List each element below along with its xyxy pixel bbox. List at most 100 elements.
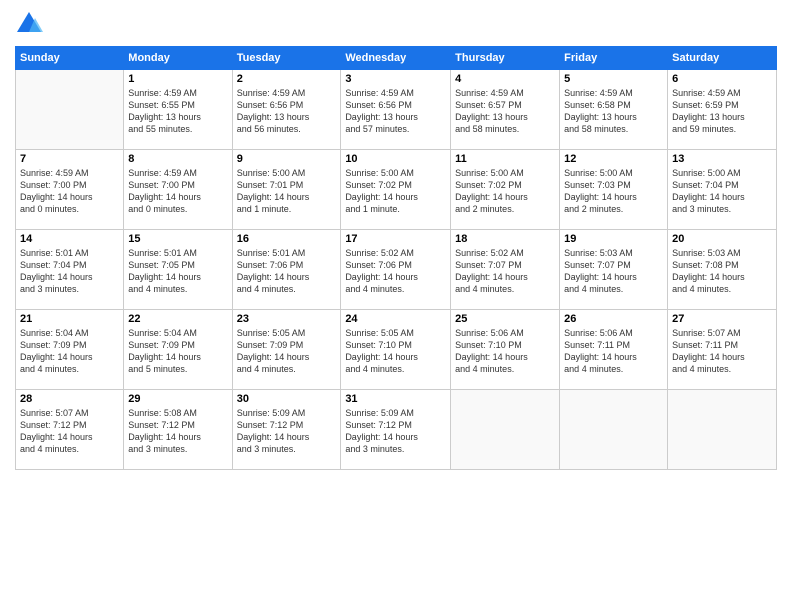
day-info: Sunrise: 5:06 AM Sunset: 7:10 PM Dayligh… <box>455 327 555 376</box>
calendar-cell: 15 Sunrise: 5:01 AM Sunset: 7:05 PM Dayli… <box>124 230 232 310</box>
calendar-cell: 18 Sunrise: 5:02 AM Sunset: 7:07 PM Dayli… <box>451 230 560 310</box>
calendar-week-row: 1 Sunrise: 4:59 AM Sunset: 6:55 PM Daylig… <box>16 70 777 150</box>
day-number: 29 <box>128 393 227 405</box>
calendar-cell: 1 Sunrise: 4:59 AM Sunset: 6:55 PM Daylig… <box>124 70 232 150</box>
day-number: 11 <box>455 153 555 165</box>
day-number: 7 <box>20 153 119 165</box>
day-info: Sunrise: 5:03 AM Sunset: 7:07 PM Dayligh… <box>564 247 663 296</box>
calendar-cell: 22 Sunrise: 5:04 AM Sunset: 7:09 PM Dayli… <box>124 310 232 390</box>
day-info: Sunrise: 5:03 AM Sunset: 7:08 PM Dayligh… <box>672 247 772 296</box>
calendar-header-row: SundayMondayTuesdayWednesdayThursdayFrid… <box>16 47 777 70</box>
day-number: 6 <box>672 73 772 85</box>
day-number: 12 <box>564 153 663 165</box>
day-info: Sunrise: 5:05 AM Sunset: 7:09 PM Dayligh… <box>237 327 337 376</box>
calendar-cell: 14 Sunrise: 5:01 AM Sunset: 7:04 PM Dayli… <box>16 230 124 310</box>
day-info: Sunrise: 4:59 AM Sunset: 6:58 PM Dayligh… <box>564 87 663 136</box>
day-number: 14 <box>20 233 119 245</box>
day-number: 18 <box>455 233 555 245</box>
day-number: 15 <box>128 233 227 245</box>
day-number: 27 <box>672 313 772 325</box>
day-number: 8 <box>128 153 227 165</box>
day-info: Sunrise: 5:02 AM Sunset: 7:07 PM Dayligh… <box>455 247 555 296</box>
calendar-header-wednesday: Wednesday <box>341 47 451 70</box>
calendar-cell: 2 Sunrise: 4:59 AM Sunset: 6:56 PM Daylig… <box>232 70 341 150</box>
day-info: Sunrise: 5:00 AM Sunset: 7:04 PM Dayligh… <box>672 167 772 216</box>
day-number: 3 <box>345 73 446 85</box>
calendar-cell: 24Sunrise: 5:05 AM Sunset: 7:10 PM Dayli… <box>341 310 451 390</box>
calendar-cell: 23 Sunrise: 5:05 AM Sunset: 7:09 PM Dayli… <box>232 310 341 390</box>
day-number: 28 <box>20 393 119 405</box>
day-info: Sunrise: 5:01 AM Sunset: 7:04 PM Dayligh… <box>20 247 119 296</box>
day-info: Sunrise: 4:59 AM Sunset: 7:00 PM Dayligh… <box>128 167 227 216</box>
day-number: 5 <box>564 73 663 85</box>
calendar-cell <box>668 390 777 470</box>
day-info: Sunrise: 5:01 AM Sunset: 7:05 PM Dayligh… <box>128 247 227 296</box>
calendar-cell: 17Sunrise: 5:02 AM Sunset: 7:06 PM Dayli… <box>341 230 451 310</box>
calendar-cell: 7 Sunrise: 4:59 AM Sunset: 7:00 PM Daylig… <box>16 150 124 230</box>
calendar-header-saturday: Saturday <box>668 47 777 70</box>
calendar-cell: 27Sunrise: 5:07 AM Sunset: 7:11 PM Dayli… <box>668 310 777 390</box>
day-info: Sunrise: 5:06 AM Sunset: 7:11 PM Dayligh… <box>564 327 663 376</box>
day-number: 9 <box>237 153 337 165</box>
calendar-week-row: 28 Sunrise: 5:07 AM Sunset: 7:12 PM Dayli… <box>16 390 777 470</box>
calendar-header-friday: Friday <box>560 47 668 70</box>
calendar-cell: 30 Sunrise: 5:09 AM Sunset: 7:12 PM Dayli… <box>232 390 341 470</box>
day-info: Sunrise: 5:04 AM Sunset: 7:09 PM Dayligh… <box>128 327 227 376</box>
day-number: 13 <box>672 153 772 165</box>
calendar-week-row: 14 Sunrise: 5:01 AM Sunset: 7:04 PM Dayli… <box>16 230 777 310</box>
calendar-cell: 8 Sunrise: 4:59 AM Sunset: 7:00 PM Daylig… <box>124 150 232 230</box>
calendar-cell: 6 Sunrise: 4:59 AM Sunset: 6:59 PM Daylig… <box>668 70 777 150</box>
main-container: SundayMondayTuesdayWednesdayThursdayFrid… <box>0 0 792 612</box>
day-info: Sunrise: 5:04 AM Sunset: 7:09 PM Dayligh… <box>20 327 119 376</box>
logo-icon <box>15 10 43 38</box>
day-number: 4 <box>455 73 555 85</box>
logo <box>15 10 47 38</box>
calendar-cell: 20 Sunrise: 5:03 AM Sunset: 7:08 PM Dayli… <box>668 230 777 310</box>
calendar-cell: 3 Sunrise: 4:59 AM Sunset: 6:56 PM Daylig… <box>341 70 451 150</box>
calendar-header-monday: Monday <box>124 47 232 70</box>
calendar-cell: 31 Sunrise: 5:09 AM Sunset: 7:12 PM Dayli… <box>341 390 451 470</box>
calendar-week-row: 7 Sunrise: 4:59 AM Sunset: 7:00 PM Daylig… <box>16 150 777 230</box>
day-info: Sunrise: 5:00 AM Sunset: 7:02 PM Dayligh… <box>455 167 555 216</box>
day-number: 1 <box>128 73 227 85</box>
calendar-cell: 29Sunrise: 5:08 AM Sunset: 7:12 PM Dayli… <box>124 390 232 470</box>
day-info: Sunrise: 4:59 AM Sunset: 6:59 PM Dayligh… <box>672 87 772 136</box>
day-info: Sunrise: 5:00 AM Sunset: 7:01 PM Dayligh… <box>237 167 337 216</box>
day-info: Sunrise: 5:00 AM Sunset: 7:02 PM Dayligh… <box>345 167 446 216</box>
day-number: 26 <box>564 313 663 325</box>
day-number: 16 <box>237 233 337 245</box>
day-info: Sunrise: 5:07 AM Sunset: 7:12 PM Dayligh… <box>20 407 119 456</box>
calendar-cell: 16 Sunrise: 5:01 AM Sunset: 7:06 PM Dayli… <box>232 230 341 310</box>
calendar-table: SundayMondayTuesdayWednesdayThursdayFrid… <box>15 46 777 470</box>
day-number: 21 <box>20 313 119 325</box>
calendar-cell <box>451 390 560 470</box>
calendar-cell: 25Sunrise: 5:06 AM Sunset: 7:10 PM Dayli… <box>451 310 560 390</box>
day-number: 30 <box>237 393 337 405</box>
calendar-cell: 13 Sunrise: 5:00 AM Sunset: 7:04 PM Dayli… <box>668 150 777 230</box>
calendar-cell: 11 Sunrise: 5:00 AM Sunset: 7:02 PM Dayli… <box>451 150 560 230</box>
day-info: Sunrise: 4:59 AM Sunset: 6:56 PM Dayligh… <box>345 87 446 136</box>
calendar-cell: 5 Sunrise: 4:59 AM Sunset: 6:58 PM Daylig… <box>560 70 668 150</box>
calendar-cell: 4Sunrise: 4:59 AM Sunset: 6:57 PM Daylig… <box>451 70 560 150</box>
day-number: 24 <box>345 313 446 325</box>
day-number: 20 <box>672 233 772 245</box>
calendar-cell: 9 Sunrise: 5:00 AM Sunset: 7:01 PM Daylig… <box>232 150 341 230</box>
day-info: Sunrise: 5:09 AM Sunset: 7:12 PM Dayligh… <box>237 407 337 456</box>
day-number: 19 <box>564 233 663 245</box>
calendar-cell <box>16 70 124 150</box>
day-info: Sunrise: 4:59 AM Sunset: 6:56 PM Dayligh… <box>237 87 337 136</box>
day-info: Sunrise: 5:09 AM Sunset: 7:12 PM Dayligh… <box>345 407 446 456</box>
calendar-header-thursday: Thursday <box>451 47 560 70</box>
header <box>15 10 777 38</box>
calendar-header-sunday: Sunday <box>16 47 124 70</box>
day-info: Sunrise: 4:59 AM Sunset: 6:55 PM Dayligh… <box>128 87 227 136</box>
day-number: 31 <box>345 393 446 405</box>
day-info: Sunrise: 5:01 AM Sunset: 7:06 PM Dayligh… <box>237 247 337 296</box>
day-number: 22 <box>128 313 227 325</box>
day-number: 23 <box>237 313 337 325</box>
calendar-header-tuesday: Tuesday <box>232 47 341 70</box>
day-info: Sunrise: 4:59 AM Sunset: 7:00 PM Dayligh… <box>20 167 119 216</box>
day-number: 2 <box>237 73 337 85</box>
calendar-cell: 28 Sunrise: 5:07 AM Sunset: 7:12 PM Dayli… <box>16 390 124 470</box>
day-info: Sunrise: 5:02 AM Sunset: 7:06 PM Dayligh… <box>345 247 446 296</box>
